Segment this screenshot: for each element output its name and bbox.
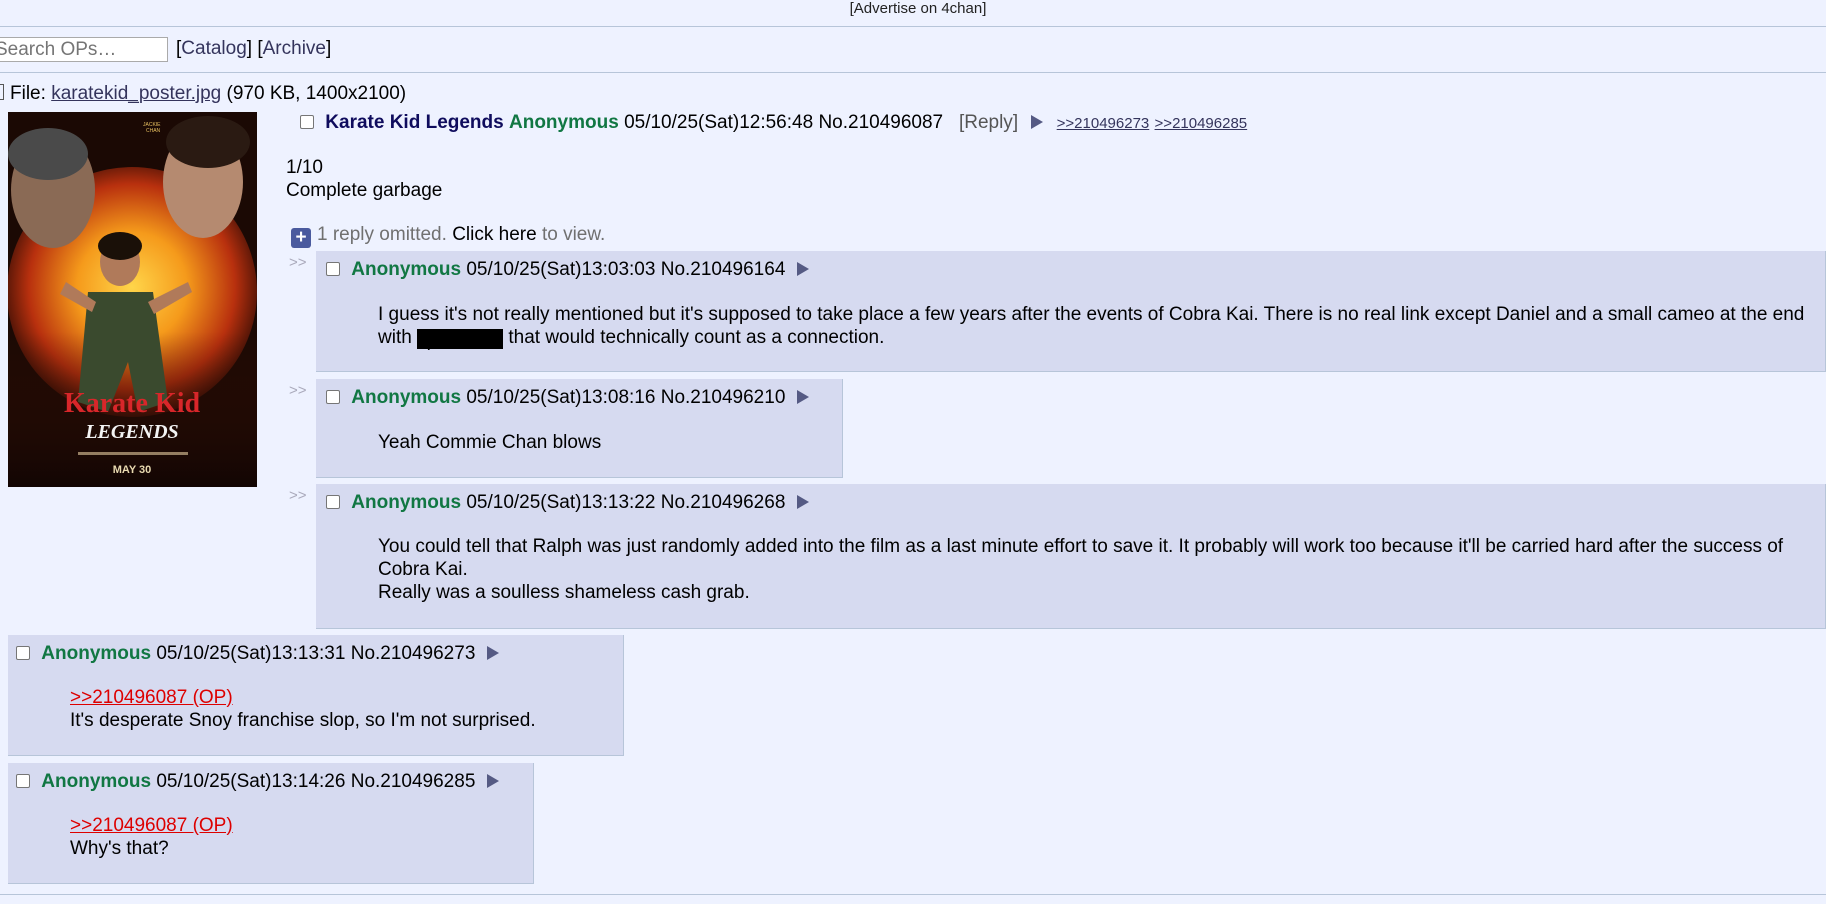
reply-datetime: 05/10/25(Sat)13:03:03 xyxy=(466,259,656,280)
advertise-link[interactable]: [Advertise on 4chan] xyxy=(0,0,1826,17)
reply-post: Anonymous 05/10/25(Sat)13:08:16 No.21049… xyxy=(316,379,843,478)
spoiler-text[interactable]: spoiler xyxy=(417,329,504,351)
reply-name: Anonymous xyxy=(351,259,462,280)
op-name: Anonymous xyxy=(509,112,619,133)
poster-title: Karate Kid xyxy=(64,388,201,419)
poster-subtitle: LEGENDS xyxy=(84,421,178,443)
op-backlink-1[interactable]: >>210496273 xyxy=(1057,115,1150,132)
reply-datetime: 05/10/25(Sat)13:08:16 xyxy=(466,387,656,408)
reply-menu-arrow-icon[interactable] xyxy=(796,495,809,509)
omitted-text: 1 reply omitted. xyxy=(317,224,447,245)
top-divider xyxy=(0,26,1826,27)
poster-image: JACKIE CHAN Karate Kid LEGENDS MAY 30 xyxy=(8,112,257,487)
archive-link[interactable]: Archive xyxy=(263,38,326,59)
reply-menu-arrow-icon[interactable] xyxy=(796,390,809,404)
reply-side-marker: >> xyxy=(289,254,307,271)
reply-text: It's desperate Snoy franchise slop, so I… xyxy=(70,710,536,731)
catalog-link[interactable]: Catalog xyxy=(181,38,247,59)
op-header: Karate Kid Legends Anonymous 05/10/25(Sa… xyxy=(300,112,1247,134)
reply-number[interactable]: No.210496210 xyxy=(661,387,786,408)
svg-text:CHAN: CHAN xyxy=(146,128,161,134)
reply-datetime: 05/10/25(Sat)13:13:31 xyxy=(156,643,346,664)
reply-text: that would technically count as a connec… xyxy=(508,327,885,348)
reply-comment: >>210496087 (OP) It's desperate Snoy fra… xyxy=(70,686,536,732)
reply-number[interactable]: No.210496285 xyxy=(351,771,476,792)
collapse-icon[interactable] xyxy=(0,84,4,100)
quote-link[interactable]: >>210496087 (OP) xyxy=(70,687,233,708)
expand-plus-icon[interactable]: + xyxy=(291,228,311,248)
op-subject: Karate Kid Legends xyxy=(325,112,504,133)
reply-comment: Yeah Commie Chan blows xyxy=(378,432,602,453)
reply-checkbox[interactable] xyxy=(16,774,30,788)
reply-post: Anonymous 05/10/25(Sat)13:13:22 No.21049… xyxy=(316,484,1826,629)
op-backlink-2[interactable]: >>210496285 xyxy=(1155,115,1248,132)
file-link[interactable]: karatekid_poster.jpg xyxy=(51,83,221,104)
reply-name: Anonymous xyxy=(41,771,152,792)
poster-date: MAY 30 xyxy=(113,464,152,476)
reply-post: Anonymous 05/10/25(Sat)13:13:31 No.21049… xyxy=(8,635,624,756)
op-datetime: 05/10/25(Sat)12:56:48 xyxy=(624,112,814,133)
op-menu-arrow-icon[interactable] xyxy=(1031,115,1044,129)
op-reply-link[interactable]: Reply xyxy=(964,112,1013,133)
bottom-divider xyxy=(0,894,1826,895)
reply-name: Anonymous xyxy=(351,492,462,513)
op-comment-line: Complete garbage xyxy=(286,180,443,201)
reply-checkbox[interactable] xyxy=(16,646,30,660)
reply-datetime: 05/10/25(Sat)13:14:26 xyxy=(156,771,346,792)
op-thumbnail[interactable]: JACKIE CHAN Karate Kid LEGENDS MAY 30 xyxy=(8,112,257,487)
op-checkbox[interactable] xyxy=(300,115,314,129)
reply-menu-arrow-icon[interactable] xyxy=(486,646,499,660)
reply-number[interactable]: No.210496273 xyxy=(351,643,476,664)
reply-name: Anonymous xyxy=(41,643,152,664)
reply-post: Anonymous 05/10/25(Sat)13:14:26 No.21049… xyxy=(8,763,534,884)
top-nav-links: [Catalog] [Archive] xyxy=(176,38,332,59)
omitted-suffix: to view. xyxy=(541,224,606,245)
file-label: File: xyxy=(10,83,46,104)
reply-name: Anonymous xyxy=(351,387,462,408)
reply-number[interactable]: No.210496164 xyxy=(661,259,786,280)
file-info: File: karatekid_poster.jpg (970 KB, 1400… xyxy=(0,83,406,105)
reply-menu-arrow-icon[interactable] xyxy=(796,262,809,276)
search-input[interactable] xyxy=(0,37,168,62)
reply-checkbox[interactable] xyxy=(326,495,340,509)
reply-text: Really was a soulless shameless cash gra… xyxy=(378,582,750,603)
op-number[interactable]: No.210496087 xyxy=(818,112,943,133)
reply-datetime: 05/10/25(Sat)13:13:22 xyxy=(466,492,656,513)
reply-text: You could tell that Ralph was just rando… xyxy=(378,536,1784,580)
omitted-click-here-link[interactable]: Click here xyxy=(452,224,536,245)
reply-post: Anonymous 05/10/25(Sat)13:03:03 No.21049… xyxy=(316,251,1826,372)
reply-comment: I guess it's not really mentioned but it… xyxy=(378,303,1818,351)
reply-menu-arrow-icon[interactable] xyxy=(486,774,499,788)
op-comment: 1/10 Complete garbage xyxy=(286,156,442,202)
reply-side-marker: >> xyxy=(289,382,307,399)
op-comment-line: 1/10 xyxy=(286,157,323,178)
reply-side-marker: >> xyxy=(289,487,307,504)
file-meta: (970 KB, 1400x2100) xyxy=(226,83,407,104)
reply-checkbox[interactable] xyxy=(326,262,340,276)
quote-link[interactable]: >>210496087 (OP) xyxy=(70,815,233,836)
reply-comment: You could tell that Ralph was just rando… xyxy=(378,535,1818,604)
reply-checkbox[interactable] xyxy=(326,390,340,404)
nav-divider xyxy=(0,72,1826,73)
reply-comment: >>210496087 (OP) Why's that? xyxy=(70,814,233,860)
reply-number[interactable]: No.210496268 xyxy=(661,492,786,513)
reply-text: Why's that? xyxy=(70,838,169,859)
omitted-notice: +1 reply omitted. Click here to view. xyxy=(291,224,605,248)
